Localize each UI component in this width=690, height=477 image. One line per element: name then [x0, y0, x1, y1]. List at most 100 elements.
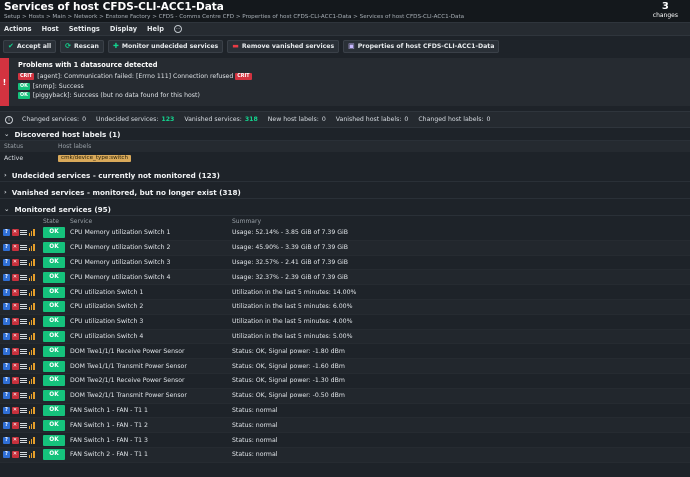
ok-badge: OK: [18, 92, 30, 100]
question-icon[interactable]: ?: [3, 436, 10, 444]
pending-changes[interactable]: 3 changes: [653, 2, 678, 20]
menu-icon[interactable]: [20, 451, 27, 458]
menu-icon[interactable]: [20, 392, 27, 399]
close-icon[interactable]: ✕: [11, 318, 19, 326]
perfometer-icon[interactable]: [28, 347, 36, 355]
question-icon[interactable]: ?: [3, 244, 10, 252]
table-row: ? ✕ OK CPU utilization Switch 2 Utilizat…: [0, 299, 690, 315]
question-icon[interactable]: ?: [3, 377, 10, 385]
perfometer-icon[interactable]: [28, 377, 36, 385]
chevron-down-icon: ⌄: [4, 205, 10, 213]
menu-icon[interactable]: [20, 318, 27, 325]
close-icon[interactable]: ✕: [11, 229, 19, 237]
close-icon[interactable]: ✕: [11, 244, 19, 252]
perfometer-icon[interactable]: [28, 244, 36, 252]
breadcrumb[interactable]: Setup > Hosts > Main > Network > Enstone…: [4, 13, 614, 21]
host-properties-icon: ▣: [348, 42, 355, 50]
section-discovered-host-labels[interactable]: ⌄ Discovered host labels (1): [0, 128, 690, 141]
perfometer-icon[interactable]: [28, 392, 36, 400]
more-menu-icon[interactable]: ···: [174, 25, 183, 33]
close-icon[interactable]: ✕: [11, 392, 19, 400]
menu-icon[interactable]: [20, 422, 27, 429]
service-summary: Status: OK, Signal power: -0.50 dBm: [232, 392, 345, 400]
service-name: CPU Memory utilization Switch 2: [70, 244, 171, 252]
menu-icon[interactable]: [20, 348, 27, 355]
monitor-undecided-button[interactable]: ✚ Monitor undecided services: [107, 39, 224, 53]
state-badge: OK: [43, 271, 65, 283]
question-icon[interactable]: ?: [3, 347, 10, 355]
summary-undecided-services[interactable]: Undecided services: 123: [96, 116, 174, 123]
menu-icon[interactable]: [20, 303, 27, 310]
close-icon[interactable]: ✕: [11, 451, 19, 459]
close-icon[interactable]: ✕: [11, 377, 19, 385]
menu-icon[interactable]: [20, 289, 27, 296]
question-icon[interactable]: ?: [3, 332, 10, 340]
service-summary: Utilization in the last 5 minutes: 5.00%: [232, 332, 353, 340]
perfometer-icon[interactable]: [28, 421, 36, 429]
question-icon[interactable]: ?: [3, 303, 10, 311]
perfometer-icon[interactable]: [28, 288, 36, 296]
close-icon[interactable]: ✕: [11, 436, 19, 444]
menu-icon[interactable]: [20, 437, 27, 444]
close-icon[interactable]: ✕: [11, 406, 19, 414]
service-summary: Status: OK, Signal power: -1.60 dBm: [232, 362, 345, 370]
menu-icon[interactable]: [20, 244, 27, 251]
menu-icon[interactable]: [20, 229, 27, 236]
perfometer-icon[interactable]: [28, 406, 36, 414]
menu-help[interactable]: Help: [147, 25, 164, 33]
rescan-button[interactable]: ⟳ Rescan: [60, 39, 104, 53]
question-icon[interactable]: ?: [3, 451, 10, 459]
remove-vanished-button[interactable]: ▬ Remove vanished services: [227, 39, 340, 53]
menu-settings[interactable]: Settings: [69, 25, 100, 33]
close-icon[interactable]: ✕: [11, 303, 19, 311]
menu-actions[interactable]: Actions: [4, 25, 32, 33]
row-actions: ? ✕: [0, 406, 43, 414]
summary-vanished-services[interactable]: Vanished services: 318: [184, 116, 257, 123]
monitor-undecided-label: Monitor undecided services: [121, 42, 219, 50]
perfometer-icon[interactable]: [28, 258, 36, 266]
question-icon[interactable]: ?: [3, 406, 10, 414]
close-icon[interactable]: ✕: [11, 421, 19, 429]
question-icon[interactable]: ?: [3, 421, 10, 429]
row-actions: ? ✕: [0, 303, 43, 311]
close-icon[interactable]: ✕: [11, 258, 19, 266]
section-undecided-services[interactable]: › Undecided services - currently not mon…: [0, 169, 690, 182]
menu-host[interactable]: Host: [42, 25, 59, 33]
section-vanished-services[interactable]: › Vanished services - monitored, but no …: [0, 186, 690, 199]
question-icon[interactable]: ?: [3, 318, 10, 326]
question-icon[interactable]: ?: [3, 229, 10, 237]
close-icon[interactable]: ✕: [11, 288, 19, 296]
host-label-chip[interactable]: cmk/device_type:switch: [58, 155, 132, 162]
close-icon[interactable]: ✕: [11, 332, 19, 340]
service-summary: Status: OK, Signal power: -1.80 dBm: [232, 347, 345, 355]
perfometer-icon[interactable]: [28, 318, 36, 326]
section-monitored-services[interactable]: ⌄ Monitored services (95): [0, 203, 690, 216]
state-cell: OK: [43, 242, 67, 254]
question-icon[interactable]: ?: [3, 362, 10, 370]
perfometer-icon[interactable]: [28, 229, 36, 237]
perfometer-icon[interactable]: [28, 451, 36, 459]
state-badge: OK: [43, 434, 65, 446]
question-icon[interactable]: ?: [3, 392, 10, 400]
perfometer-icon[interactable]: [28, 332, 36, 340]
question-icon[interactable]: ?: [3, 273, 10, 281]
menu-display[interactable]: Display: [110, 25, 137, 33]
menu-icon[interactable]: [20, 377, 27, 384]
close-icon[interactable]: ✕: [11, 273, 19, 281]
perfometer-icon[interactable]: [28, 362, 36, 370]
menu-icon[interactable]: [20, 274, 27, 281]
accept-all-button[interactable]: ✔ Accept all: [3, 39, 57, 53]
host-properties-button[interactable]: ▣ Properties of host CFDS-CLI-ACC1-Data: [343, 39, 500, 53]
question-icon[interactable]: ?: [3, 258, 10, 266]
service-summary: Status: normal: [232, 451, 278, 459]
menu-icon[interactable]: [20, 259, 27, 266]
question-icon[interactable]: ?: [3, 288, 10, 296]
menu-icon[interactable]: [20, 363, 27, 370]
menu-icon[interactable]: [20, 333, 27, 340]
perfometer-icon[interactable]: [28, 273, 36, 281]
close-icon[interactable]: ✕: [11, 362, 19, 370]
menu-icon[interactable]: [20, 407, 27, 414]
perfometer-icon[interactable]: [28, 303, 36, 311]
close-icon[interactable]: ✕: [11, 347, 19, 355]
perfometer-icon[interactable]: [28, 436, 36, 444]
